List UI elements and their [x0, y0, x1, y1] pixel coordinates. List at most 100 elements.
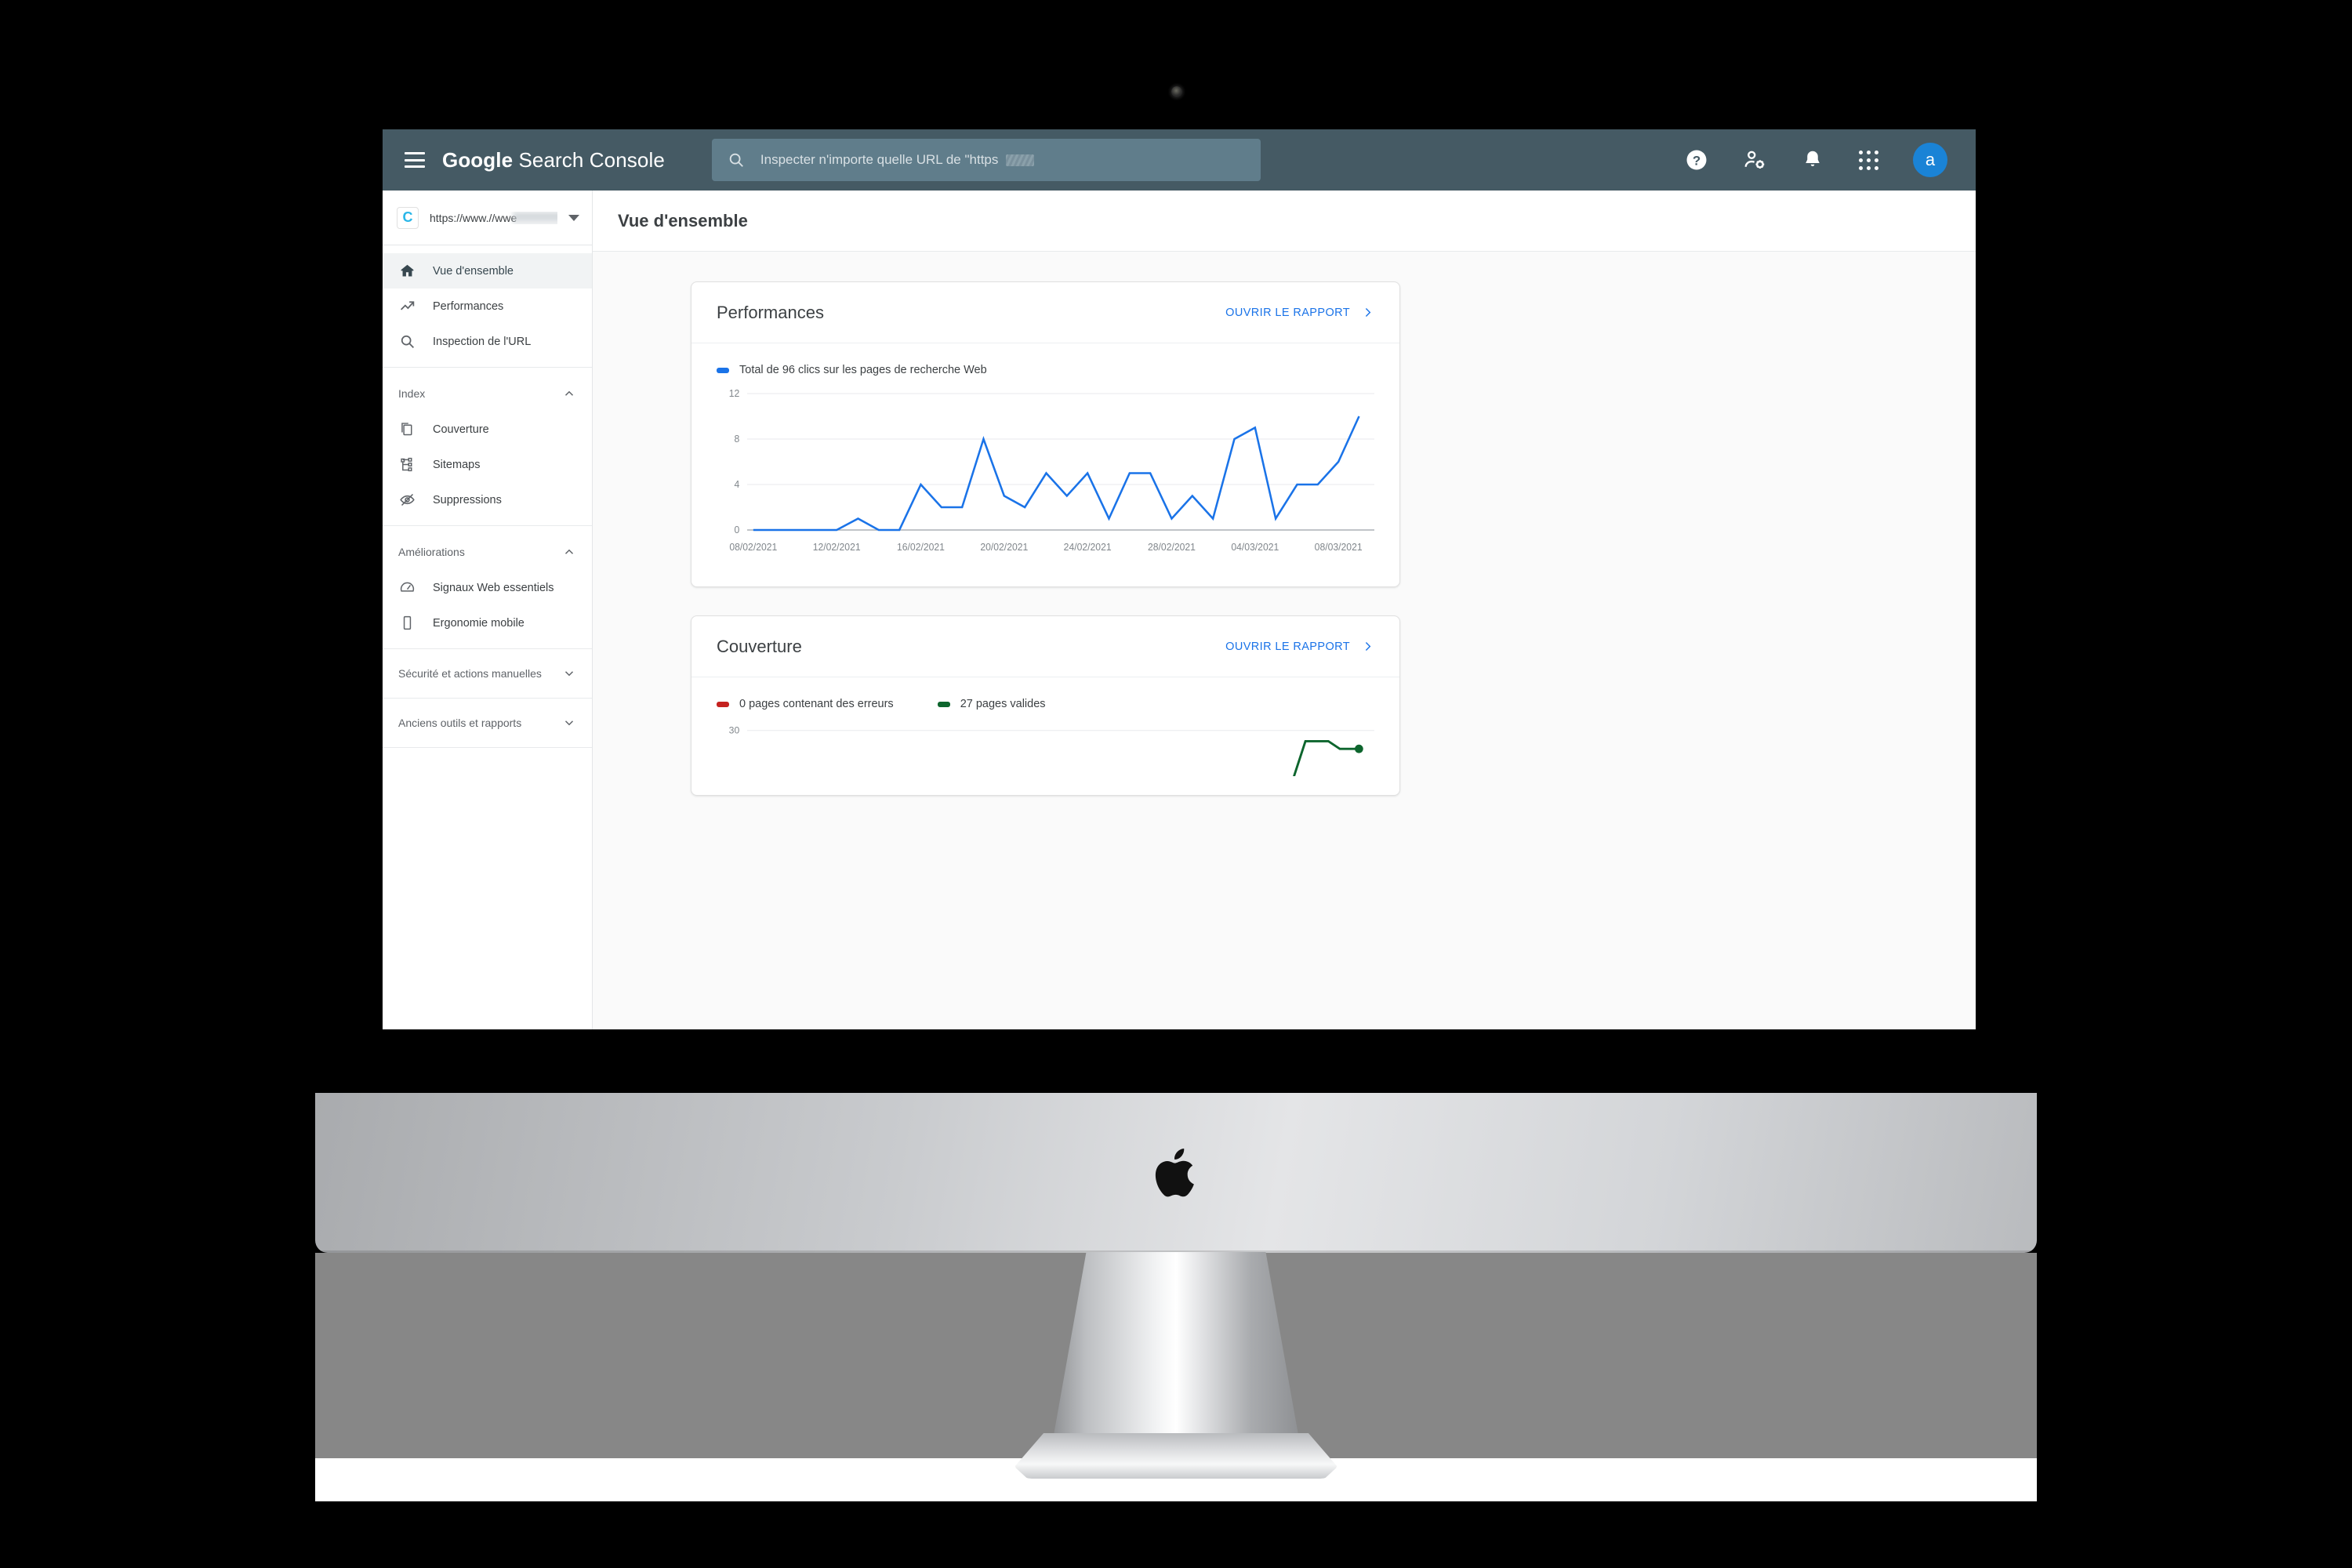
y-tick-label: 30 [729, 725, 740, 736]
y-tick-label: 12 [729, 388, 740, 399]
redacted-url-block [1006, 154, 1035, 166]
coverage-chart: 30 [717, 723, 1374, 778]
chevron-right-icon [1365, 308, 1371, 317]
x-tick-label: 08/03/2021 [1315, 542, 1363, 553]
pages-copy-icon [398, 421, 416, 438]
sidebar-group-title: Sécurité et actions manuelles [398, 667, 542, 680]
coverage-card-body: 0 pages contenant des erreurs 27 pages v… [691, 677, 1399, 795]
sidebar-item-mobile-usability[interactable]: Ergonomie mobile [383, 605, 592, 641]
legend-label: 0 pages contenant des erreurs [739, 698, 894, 710]
page-header: Vue d'ensemble [593, 191, 1976, 252]
sidebar-item-core-web-vitals[interactable]: Signaux Web essentiels [383, 570, 592, 605]
sidebar-item-label: Suppressions [433, 493, 502, 506]
coverage-card: Couverture OUVRIR LE RAPPORT 0 pages con… [691, 615, 1400, 796]
x-tick-label: 04/03/2021 [1231, 542, 1279, 553]
performance-card-header: Performances OUVRIR LE RAPPORT [691, 282, 1399, 343]
webcam-icon [1171, 86, 1182, 97]
sidebar-section-security: Sécurité et actions manuelles [383, 649, 592, 699]
redacted-domain-block [513, 211, 557, 224]
chevron-down-icon [564, 671, 574, 677]
sidebar-group-title: Index [398, 387, 426, 400]
help-icon[interactable]: ? [1685, 148, 1708, 172]
sidebar-group-title: Améliorations [398, 546, 465, 558]
main-content: Vue d'ensemble Performances OUVRIR LE RA… [593, 191, 1976, 1029]
legend-item[interactable]: 27 pages valides [937, 698, 1046, 710]
avatar[interactable]: a [1913, 143, 1947, 177]
search-icon [729, 153, 743, 167]
account-settings-icon[interactable] [1743, 148, 1766, 172]
legend-item[interactable]: 0 pages contenant des erreurs [717, 698, 894, 710]
cards-container: Performances OUVRIR LE RAPPORT Total de … [593, 252, 1976, 796]
sidebar-item-label: Ergonomie mobile [433, 616, 524, 630]
legend-swatch [717, 367, 729, 373]
clicks-series-line [753, 416, 1360, 532]
open-performance-report-link[interactable]: OUVRIR LE RAPPORT [1225, 306, 1374, 319]
sidebar-group-header-enhancements[interactable]: Améliorations [383, 534, 592, 570]
apple-logo-icon [1155, 1149, 1194, 1197]
performance-chart-svg: 12 8 4 0 08/02/2021 12/02/2021 16/02/202… [729, 388, 1374, 553]
valid-pages-series-line [1293, 739, 1359, 777]
x-tick-label: 16/02/2021 [897, 542, 945, 553]
sidebar-group-index: Index Couverture Sitemaps Suppressions [383, 368, 592, 526]
open-report-label: OUVRIR LE RAPPORT [1225, 640, 1350, 653]
performance-card-title: Performances [717, 302, 824, 322]
sidebar-group-enhancements: Améliorations Signaux Web essentiels Erg… [383, 526, 592, 649]
eye-off-icon [398, 492, 416, 509]
sidebar-item-performance[interactable]: Performances [383, 289, 592, 324]
app-brand: Google Search Console [442, 148, 665, 172]
bell-icon[interactable] [1801, 148, 1824, 172]
sidebar-item-label: Performances [433, 299, 504, 313]
home-icon [398, 263, 416, 280]
mobile-icon [398, 615, 416, 632]
legend-swatch [717, 701, 729, 707]
open-report-label: OUVRIR LE RAPPORT [1225, 306, 1350, 319]
sidebar-item-overview[interactable]: Vue d'ensemble [383, 253, 592, 289]
y-tick-label: 8 [734, 434, 739, 445]
y-tick-label: 0 [734, 524, 739, 535]
legend-swatch [937, 701, 950, 707]
coverage-card-header: Couverture OUVRIR LE RAPPORT [691, 616, 1399, 677]
sidebar-group-header-index[interactable]: Index [383, 376, 592, 412]
performance-legend: Total de 96 clics sur les pages de reche… [717, 364, 1374, 376]
brand-search-console: Search Console [513, 147, 665, 172]
property-selector[interactable]: C https://www.//wwe [383, 191, 592, 245]
sidebar-item-removals[interactable]: Suppressions [383, 482, 592, 517]
coverage-chart-svg: 30 [729, 725, 1374, 777]
coverage-legend: 0 pages contenant des erreurs 27 pages v… [717, 698, 1374, 710]
sidebar-item-sitemaps[interactable]: Sitemaps [383, 447, 592, 482]
speedometer-icon [398, 579, 416, 597]
performance-card-body: Total de 96 clics sur les pages de reche… [691, 343, 1399, 586]
monitor-screen: Google Search Console Inspecter n'import… [383, 129, 1976, 1029]
sidebar-item-url-inspection[interactable]: Inspection de l'URL [383, 324, 592, 359]
open-coverage-report-link[interactable]: OUVRIR LE RAPPORT [1225, 640, 1374, 653]
sidebar-group-header-legacy-tools[interactable]: Anciens outils et rapports [383, 699, 592, 747]
sidebar-item-label: Couverture [433, 423, 489, 436]
url-inspection-search[interactable]: Inspecter n'importe quelle URL de "https [711, 139, 1261, 181]
sidebar-item-label: Sitemaps [433, 458, 481, 471]
sitemap-icon [398, 456, 416, 474]
sidebar-item-coverage[interactable]: Couverture [383, 412, 592, 447]
legend-item[interactable]: Total de 96 clics sur les pages de reche… [717, 364, 987, 376]
chevron-up-icon [564, 549, 574, 554]
x-tick-label: 28/02/2021 [1148, 542, 1196, 553]
sidebar-group-title: Anciens outils et rapports [398, 717, 522, 729]
property-favicon: C [397, 206, 419, 229]
search-placeholder: Inspecter n'importe quelle URL de "https [760, 152, 999, 167]
chevron-down-icon[interactable] [568, 214, 579, 221]
chevron-down-icon [564, 720, 574, 726]
legend-label: Total de 96 clics sur les pages de reche… [739, 364, 987, 376]
screenshot-stage: Google Search Console Inspecter n'import… [0, 0, 2352, 1568]
brand-google: Google [442, 147, 514, 172]
apps-grid-icon[interactable] [1859, 150, 1878, 170]
x-tick-label: 24/02/2021 [1064, 542, 1112, 553]
sidebar-item-label: Vue d'ensemble [433, 264, 514, 278]
hamburger-icon[interactable] [405, 152, 425, 168]
search-icon [398, 333, 416, 350]
monitor-stand-foot [1014, 1433, 1338, 1479]
performance-card: Performances OUVRIR LE RAPPORT Total de … [691, 281, 1400, 587]
chevron-right-icon [1365, 642, 1371, 651]
x-tick-label: 20/02/2021 [980, 542, 1028, 553]
sidebar-group-header-security[interactable]: Sécurité et actions manuelles [383, 649, 592, 698]
valid-pages-endpoint-dot [1355, 744, 1363, 753]
trending-up-icon [398, 298, 416, 315]
